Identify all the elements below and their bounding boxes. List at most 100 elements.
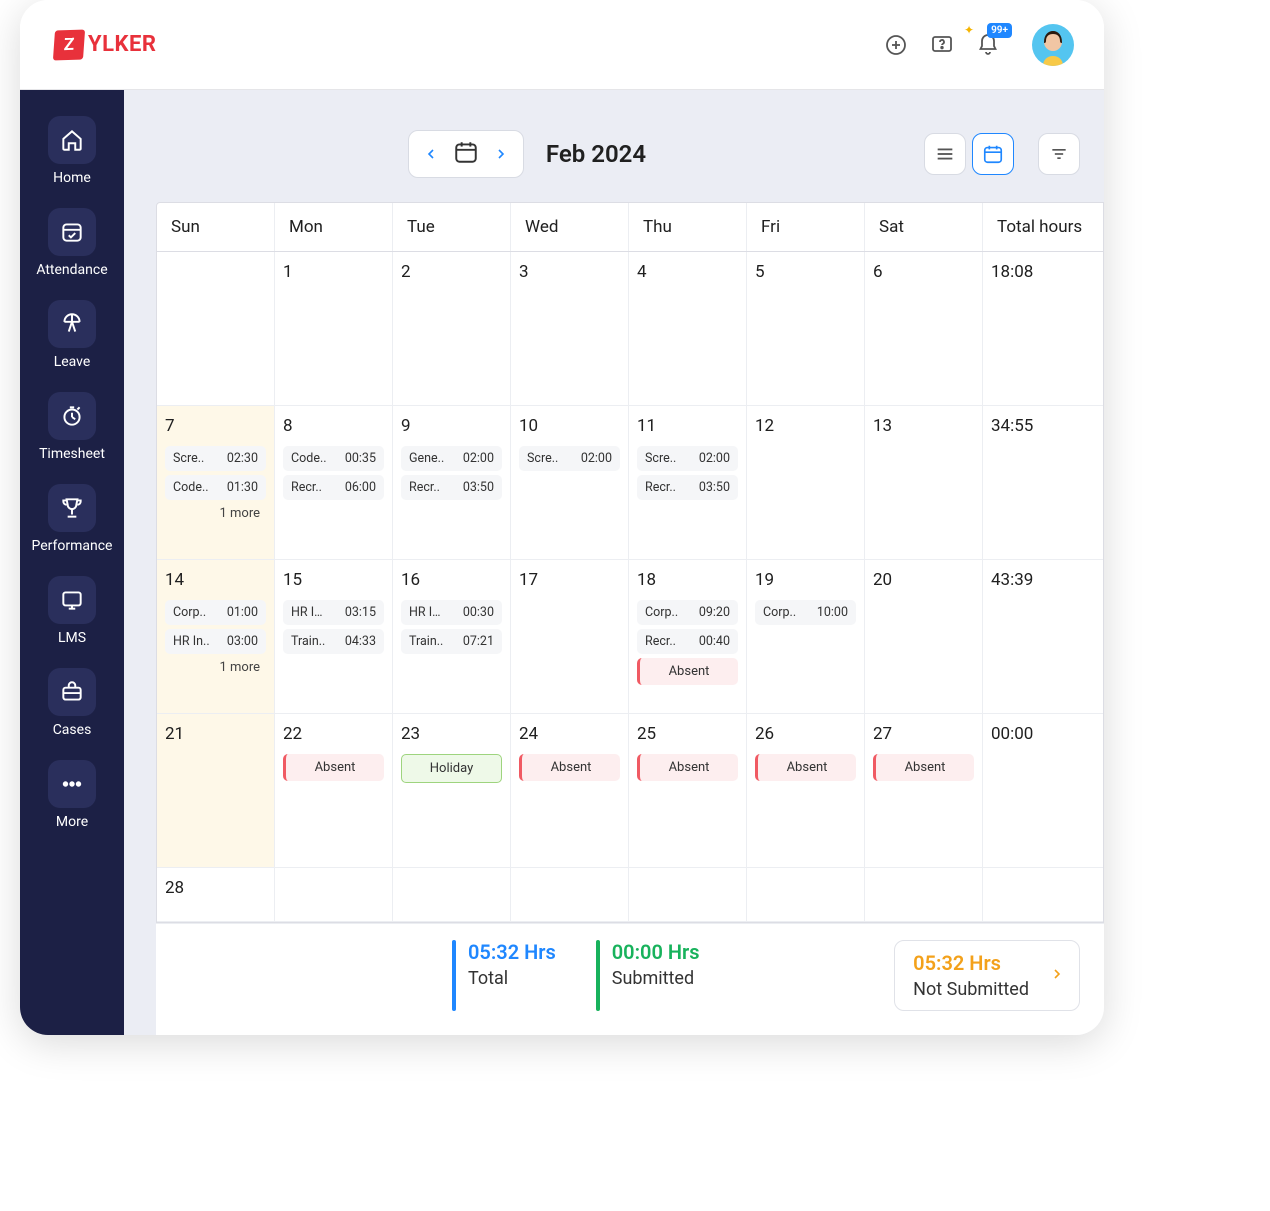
sidebar-item-lms[interactable]: LMS (27, 572, 117, 654)
help-icon[interactable] (928, 31, 956, 59)
time-entry[interactable]: Corp..10:00 (755, 600, 856, 625)
add-icon[interactable] (882, 31, 910, 59)
time-entry[interactable]: HR Int..03:15 (283, 600, 384, 625)
day-header: Tue (393, 203, 511, 251)
time-entry[interactable]: Recr..03:50 (401, 475, 502, 500)
more-link[interactable]: 1 more (165, 504, 266, 523)
calendar-cell[interactable]: 23Holiday (393, 714, 511, 867)
prev-month-button[interactable] (423, 146, 439, 162)
time-entry[interactable]: Code..00:35 (283, 446, 384, 471)
time-entry[interactable]: Gene..02:00 (401, 446, 502, 471)
time-entry[interactable]: Recr..03:50 (637, 475, 738, 500)
day-number: 3 (519, 262, 620, 282)
calendar-cell[interactable] (747, 868, 865, 921)
calendar-cell[interactable]: 14Corp..01:00HR In..03:001 more (157, 560, 275, 713)
calendar-grid: SunMonTueWedThuFriSatTotal hours 1234561… (156, 202, 1104, 923)
time-entry[interactable]: Scre..02:00 (519, 446, 620, 471)
time-entry[interactable]: Train..07:21 (401, 629, 502, 654)
calendar-cell[interactable]: 17 (511, 560, 629, 713)
calendar-cell[interactable]: 5 (747, 252, 865, 405)
calendar-cell[interactable]: 3 (511, 252, 629, 405)
notifications-icon[interactable]: ✦ 99+ (974, 31, 1002, 59)
calendar-cell[interactable]: 6 (865, 252, 983, 405)
sidebar-item-cases[interactable]: Cases (27, 664, 117, 746)
calendar-cell[interactable]: 11 Scre..02:00 Recr..03:50 (629, 406, 747, 559)
day-number: 4 (637, 262, 738, 282)
calendar-view-button[interactable] (972, 133, 1014, 175)
list-view-button[interactable] (924, 133, 966, 175)
calendar-cell[interactable] (393, 868, 511, 921)
more-icon (48, 760, 96, 808)
week-total (983, 868, 1103, 921)
calendar-cell[interactable]: 19Corp..10:00 (747, 560, 865, 713)
calendar-cell[interactable]: 20 (865, 560, 983, 713)
calendar-cell[interactable] (511, 868, 629, 921)
brand-logo: Z YLKER (54, 30, 156, 60)
submitted-block: 00:00 Hrs Submitted (596, 940, 700, 1011)
calendar-cell[interactable]: 2 (393, 252, 511, 405)
calendar-cell[interactable] (157, 252, 275, 405)
time-entry[interactable]: Recr..00:40 (637, 629, 738, 654)
calendar-cell[interactable] (275, 868, 393, 921)
calendar-cell[interactable]: 15 HR Int..03:15 Train..04:33 (275, 560, 393, 713)
sidebar-item-attendance[interactable]: Attendance (27, 204, 117, 286)
calendar-cell[interactable]: 27Absent (865, 714, 983, 867)
time-entry[interactable]: Train..04:33 (283, 629, 384, 654)
calendar-cell[interactable]: 24Absent (511, 714, 629, 867)
status-badge: Absent (519, 754, 620, 781)
calendar-cell[interactable]: 21 (157, 714, 275, 867)
calendar-cell[interactable]: 1 (275, 252, 393, 405)
next-month-button[interactable] (493, 146, 509, 162)
time-entry[interactable]: HR Int..00:30 (401, 600, 502, 625)
week-total: 00:00 (983, 714, 1103, 867)
calendar-cell[interactable]: 10Scre..02:00 (511, 406, 629, 559)
more-link[interactable]: 1 more (165, 658, 266, 677)
day-number: 25 (637, 724, 738, 744)
time-entry[interactable]: Recr..06:00 (283, 475, 384, 500)
time-entry[interactable]: HR In..03:00 (165, 629, 266, 654)
calendar-cell[interactable]: 13 (865, 406, 983, 559)
time-entry[interactable]: Scre..02:30 (165, 446, 266, 471)
day-number: 6 (873, 262, 974, 282)
calendar-cell[interactable]: 28 (157, 868, 275, 921)
day-header: Fri (747, 203, 865, 251)
day-number: 15 (283, 570, 384, 590)
calendar-cell[interactable]: 16HR Int..00:30Train..07:21 (393, 560, 511, 713)
sidebar-item-performance[interactable]: Performance (27, 480, 117, 562)
total-value: 05:32 Hrs (468, 940, 556, 964)
avatar[interactable] (1032, 24, 1074, 66)
calendar-cell[interactable]: 22Absent (275, 714, 393, 867)
time-entry[interactable]: Code..01:30 (165, 475, 266, 500)
time-entry[interactable]: Corp..09:20 (637, 600, 738, 625)
topbar: Z YLKER ✦ 99+ (20, 0, 1104, 90)
calendar-cell[interactable] (629, 868, 747, 921)
day-number: 11 (637, 416, 738, 436)
sidebar-item-label: Home (53, 170, 91, 186)
sidebar-item-timesheet[interactable]: Timesheet (27, 388, 117, 470)
month-label: Feb 2024 (546, 140, 646, 168)
day-header: Sun (157, 203, 275, 251)
day-number: 20 (873, 570, 974, 590)
sidebar-item-home[interactable]: Home (27, 112, 117, 194)
sidebar-item-leave[interactable]: Leave (27, 296, 117, 378)
calendar-cell[interactable]: 18Corp..09:20Recr..00:40Absent (629, 560, 747, 713)
time-entry[interactable]: Scre..02:00 (637, 446, 738, 471)
calendar-cell[interactable]: 25Absent (629, 714, 747, 867)
day-number: 1 (283, 262, 384, 282)
calendar-cell[interactable]: 7Scre..02:30Code..01:301 more (157, 406, 275, 559)
calendar-cell[interactable]: 9Gene..02:00Recr..03:50 (393, 406, 511, 559)
not-submitted-card[interactable]: 05:32 Hrs Not Submitted (894, 940, 1080, 1011)
filter-button[interactable] (1038, 133, 1080, 175)
calendar-cell[interactable]: 4 (629, 252, 747, 405)
not-submitted-label: Not Submitted (913, 979, 1029, 1000)
calendar-cell[interactable]: 8Code..00:35Recr..06:00 (275, 406, 393, 559)
submitted-label: Submitted (612, 968, 700, 989)
calendar-cell[interactable]: 26Absent (747, 714, 865, 867)
day-header: Sat (865, 203, 983, 251)
status-badge: Absent (873, 754, 974, 781)
calendar-cell[interactable] (865, 868, 983, 921)
sidebar-item-more[interactable]: More (27, 756, 117, 838)
total-label: Total (468, 968, 556, 989)
calendar-cell[interactable]: 12 (747, 406, 865, 559)
time-entry[interactable]: Corp..01:00 (165, 600, 266, 625)
